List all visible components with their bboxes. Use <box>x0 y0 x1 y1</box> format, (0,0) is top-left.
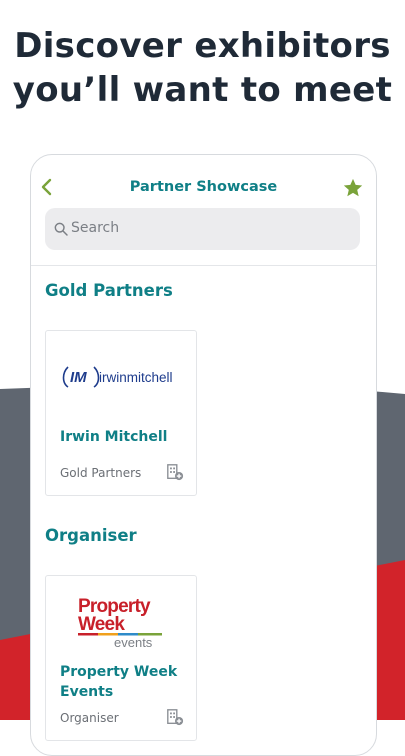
exhibitor-card-irwin-mitchell[interactable]: IM irwinmitchell Irwin Mitchell Gold Par… <box>45 330 197 496</box>
add-building-icon[interactable] <box>166 708 184 726</box>
page-title: Partner Showcase <box>129 179 278 195</box>
property-week-events-logo: Property Week events <box>78 596 162 650</box>
app-header: Partner Showcase Search <box>31 155 376 266</box>
star-icon <box>343 178 363 197</box>
exhibitor-category: Gold Partners <box>60 466 142 480</box>
logo-line-2: Week <box>78 614 125 635</box>
section-title-organiser: Organiser <box>45 526 137 545</box>
logo-line-3: events <box>114 635 153 650</box>
add-building-icon[interactable] <box>166 463 184 481</box>
exhibitor-name: Property Week Events <box>60 664 178 700</box>
irwin-mitchell-logo: IM irwinmitchell <box>62 366 173 388</box>
search-placeholder: Search <box>71 220 120 236</box>
exhibitor-name: Irwin Mitchell <box>60 429 168 445</box>
logo-wordmark: irwinmitchell <box>99 370 173 385</box>
exhibitor-category: Organiser <box>60 711 119 725</box>
favorite-button[interactable] <box>342 177 364 199</box>
app-screen: Partner Showcase Search Gold Partners IM… <box>30 154 377 756</box>
section-title-gold-partners: Gold Partners <box>45 281 173 300</box>
headline-line-1: Discover exhibitors <box>14 26 391 66</box>
search-icon <box>54 222 68 236</box>
logo-mark: IM <box>70 369 87 386</box>
headline-line-2: you’ll want to meet <box>12 70 393 110</box>
search-input[interactable]: Search <box>45 208 360 250</box>
promo-headline: Discover exhibitors you’ll want to meet <box>0 24 405 112</box>
exhibitor-card-property-week-events[interactable]: Property Week events Property Week Event… <box>45 575 197 741</box>
